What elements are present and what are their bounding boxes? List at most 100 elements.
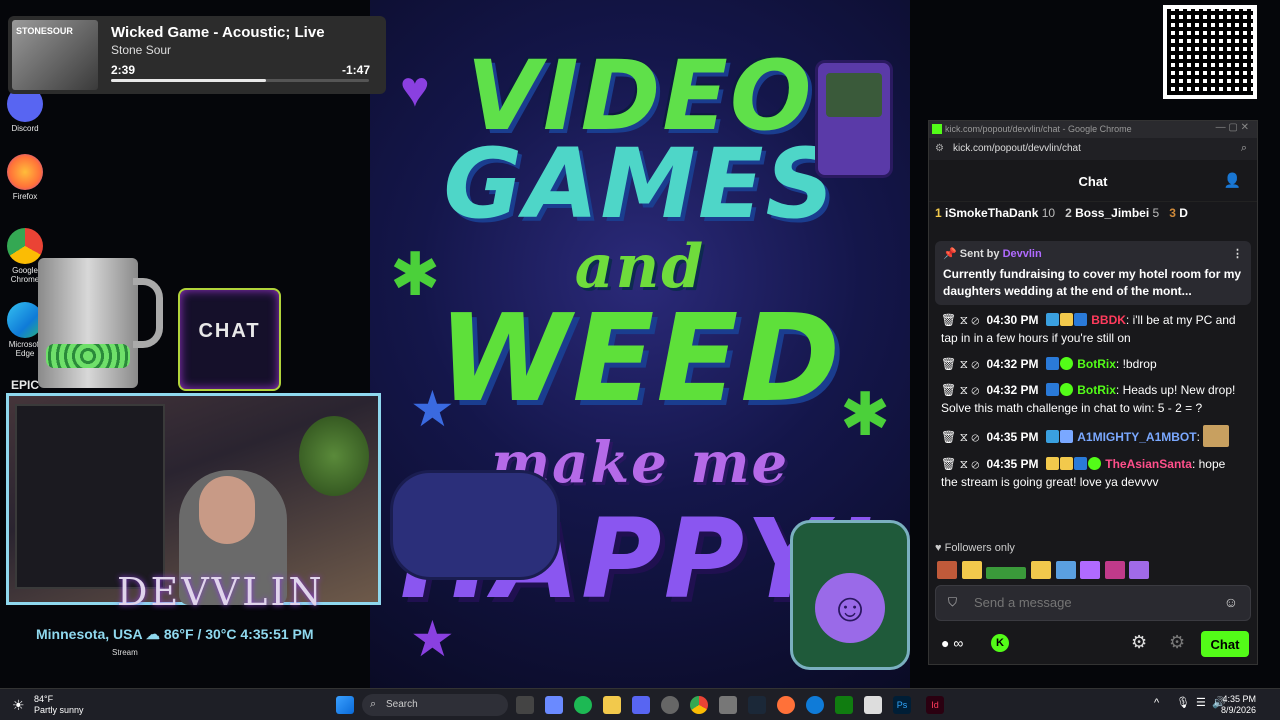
delete-icon[interactable]: 🗑 [941, 357, 956, 371]
message-time: 04:30 PM [986, 313, 1039, 327]
track-progress-fill [111, 79, 266, 82]
leaderboard-entry[interactable]: 1 iSmokeThaDank 10 [935, 206, 1055, 222]
ban-icon[interactable]: ⊘ [971, 457, 979, 471]
task-view-icon[interactable] [516, 696, 534, 714]
points-icon[interactable]: ● ∞ [941, 635, 963, 651]
rank-badge-icon: 1 [935, 206, 942, 220]
emote-icon[interactable] [1055, 561, 1076, 579]
discord-taskbar-icon[interactable] [632, 696, 650, 714]
taskbar-weather[interactable]: 84°F Partly sunny [34, 694, 84, 716]
message-username[interactable]: TheAsianSanta [1105, 457, 1192, 471]
qr-code [1163, 5, 1257, 99]
firefox-taskbar-icon[interactable] [777, 696, 795, 714]
delete-icon[interactable]: 🗑 [941, 313, 956, 327]
more-options-icon[interactable]: ⋮ [1232, 247, 1243, 260]
star-badge-icon [1059, 430, 1073, 443]
edge-taskbar-icon[interactable] [806, 696, 824, 714]
message-text: i'll be at my PC and tap in in a few hou… [941, 313, 1236, 345]
shield-icon[interactable]: ⛉ [948, 595, 957, 610]
emoji-picker-icon[interactable]: ☺ [1224, 594, 1238, 610]
zoom-icon[interactable]: ⌕ [1241, 142, 1247, 155]
overlay-weather: Minnesota, USA ☁ 86°F / 30°C 4:35:51 PM [36, 626, 314, 642]
user-list-icon[interactable]: 👤 [1224, 172, 1241, 189]
stream-label: Stream [112, 648, 138, 657]
spotify-icon[interactable] [574, 696, 592, 714]
desktop: Discord Firefox Google Chrome Microsoft … [0, 0, 1280, 688]
settings-gear-icon[interactable]: ⚙ [1131, 632, 1147, 653]
tray-overflow-icon[interactable]: ^ [1154, 697, 1159, 709]
kick-logo-icon[interactable]: K [991, 634, 1009, 652]
emote-icon[interactable] [986, 567, 1027, 579]
delete-icon[interactable]: 🗑 [941, 383, 956, 397]
obs-icon[interactable] [661, 696, 679, 714]
search-icon: ⌕ [370, 698, 377, 710]
steam-icon[interactable] [748, 696, 766, 714]
emote-icon[interactable] [1030, 561, 1051, 579]
xbox-icon[interactable] [835, 696, 853, 714]
delete-icon[interactable]: 🗑 [941, 430, 956, 444]
emote-bar[interactable] [937, 561, 1150, 580]
sub-badge-icon [1045, 313, 1059, 326]
track-progress-bar [111, 79, 369, 82]
verified-badge-icon [1087, 457, 1101, 470]
ban-icon[interactable]: ⊘ [971, 313, 979, 327]
ban-icon[interactable]: ⊘ [971, 383, 979, 397]
streamer-face [199, 476, 255, 544]
mod-badge-icon [1073, 457, 1087, 470]
weather-icon[interactable]: ☀ [12, 697, 25, 714]
track-title: Wicked Game - Acoustic; Live [111, 24, 325, 41]
delete-icon[interactable]: 🗑 [941, 457, 956, 471]
followers-only-notice: ♥ Followers only [935, 542, 1015, 554]
photoshop-icon[interactable]: Ps [893, 696, 911, 714]
message-input-box[interactable]: ⛉ ☺ [935, 585, 1251, 621]
leaderboard-entry[interactable]: 2 Boss_Jimbei 5 [1065, 206, 1159, 222]
chat-message-list[interactable]: 🗑 ⧖ ⊘ 04:30 PM BBDK: i'll be at my PC an… [929, 307, 1257, 495]
track-artist: Stone Sour [111, 43, 172, 57]
message-username[interactable]: A1MIGHTY_A1MBOT [1077, 430, 1196, 444]
taskbar-search[interactable]: ⌕ Search [362, 694, 508, 716]
address-bar[interactable]: ⚙ kick.com/popout/devvlin/chat ⌕ [929, 138, 1257, 160]
file-explorer-icon[interactable] [603, 696, 621, 714]
network-icon[interactable]: ☰ [1196, 696, 1206, 709]
emote-icon[interactable] [1129, 561, 1150, 579]
beer-mug-graphic [38, 258, 168, 390]
send-chat-button[interactable]: Chat [1201, 631, 1249, 657]
timeout-icon[interactable]: ⧖ [960, 313, 968, 327]
emote-icon[interactable] [1104, 561, 1125, 579]
message-username[interactable]: BBDK [1091, 313, 1126, 327]
emote-icon[interactable] [961, 561, 982, 579]
window-controls[interactable]: — ▢ ✕ [1216, 122, 1249, 133]
emote-icon[interactable] [937, 561, 957, 579]
timeout-icon[interactable]: ⧖ [960, 457, 968, 471]
leaderboard-entry[interactable]: 3 D [1169, 206, 1188, 222]
taskbar-clock[interactable]: 4:35 PM 8/9/2026 [1221, 694, 1256, 716]
timeout-icon[interactable]: ⧖ [960, 383, 968, 397]
indesign-icon[interactable]: Id [926, 696, 944, 714]
firefox-shortcut[interactable]: Firefox [2, 154, 48, 201]
copilot-icon[interactable] [545, 696, 563, 714]
handheld-console-icon [815, 60, 893, 178]
ban-icon[interactable]: ⊘ [971, 430, 979, 444]
timeout-icon[interactable]: ⧖ [960, 430, 968, 444]
store-icon[interactable] [719, 696, 737, 714]
start-button-icon[interactable] [336, 696, 354, 714]
window-title: kick.com/popout/devvlin/chat - Google Ch… [945, 124, 1132, 134]
timeout-icon[interactable]: ⧖ [960, 357, 968, 371]
site-info-icon[interactable]: ⚙ [935, 143, 944, 154]
chrome-taskbar-icon[interactable] [690, 696, 708, 714]
poster-line-weed: WEED [438, 290, 842, 429]
sub-badge-icon [1045, 430, 1059, 443]
message-username[interactable]: BotRix [1077, 383, 1116, 397]
app-icon[interactable] [864, 696, 882, 714]
ban-icon[interactable]: ⊘ [971, 357, 979, 371]
message-username[interactable]: BotRix [1077, 357, 1116, 371]
mod-gear-icon[interactable]: ⚙ [1169, 632, 1185, 653]
crown-badge-icon [1059, 313, 1073, 326]
media-player-overlay: STONESOUR Wicked Game - Acoustic; Live S… [8, 16, 386, 94]
emote-icon[interactable] [1080, 561, 1101, 579]
track-current-time: 2:39 [111, 63, 136, 77]
mic-icon[interactable]: 🎙 [1176, 696, 1190, 709]
message-input[interactable] [974, 595, 1214, 610]
pinned-sender-name[interactable]: Devvlin [1003, 248, 1042, 260]
window-titlebar[interactable]: kick.com/popout/devvlin/chat - Google Ch… [929, 121, 1257, 138]
